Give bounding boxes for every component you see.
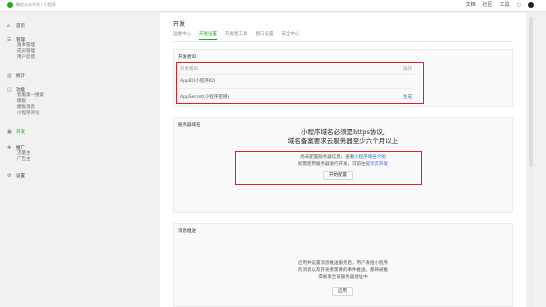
msg-desc-2: 的消息以及开发者需要的事件推送，都将被推 (298, 268, 388, 273)
tab-security[interactable]: 安全中心 (282, 31, 300, 40)
scrollbar-thumb[interactable] (529, 17, 533, 167)
appid-row: AppID(小程序ID) (180, 78, 412, 84)
top-link-docs[interactable]: 文档 (466, 1, 476, 8)
tab-dev-settings[interactable]: 开发设置 (199, 31, 217, 40)
annotation-line-1: 小程序域名必须是https协议, (301, 128, 385, 136)
sidebar-group-promo: ✚ 推广 流量主 广告主 (7, 145, 31, 163)
stats-icon: ▥ (7, 73, 12, 79)
sidebar-item-stats[interactable]: ▥ 统计 (7, 73, 25, 79)
sidebar-item-settings[interactable]: ⚙ 设置 (7, 173, 25, 179)
msg-desc-1: 启用并设置消息推送服务后，用户发给小程序 (298, 261, 388, 266)
msg-desc-3: 得被发至该服务器地址中 (318, 275, 368, 280)
sidebar-item-label: 首页 (16, 24, 25, 29)
promo-icon: ✚ (7, 145, 12, 151)
brand[interactable]: 微信公众平台 | 小程序 (7, 2, 56, 8)
server-desc-1: 尚未配置服务器信息，查看小程序域名介绍 (174, 155, 512, 161)
tab-ops[interactable]: 运维中心 (173, 31, 191, 40)
main-panel: 开发 运维中心 开发设置 开发者工具 接口设置 安全中心 开发者ID 开发者ID… (160, 13, 526, 307)
message-push-card: 消息推送 启用并设置消息推送服务后，用户发给小程序 的消息以及开发者需要的事件推… (173, 223, 513, 307)
manage-icon: ☰ (7, 37, 12, 43)
avatar[interactable] (528, 1, 534, 8)
tab-dev-tools[interactable]: 开发者工具 (225, 31, 248, 40)
page-title: 开发 (173, 21, 186, 28)
secret-row: AppSecret(小程序密钥) 生成 (180, 94, 412, 100)
desc-text: 如需使用服务器进行开发，可前往 (298, 162, 366, 167)
scrollbar[interactable] (529, 13, 533, 307)
top-nav: 文档 社区 工具 ○ (466, 1, 534, 8)
domain-intro-link[interactable]: 小程序域名介绍 (354, 155, 386, 160)
secret-label: AppSecret(小程序密钥) (180, 95, 230, 100)
annotation-line-2: 域名备案要求云服务器至少六个月以上 (287, 137, 399, 145)
server-domain-card: 服务器域名 小程序域名必须是https协议, 域名备案要求云服务器至少六个月以上… (173, 117, 513, 213)
sidebar-item-advertiser[interactable]: 广告主 (7, 157, 31, 163)
top-bar: 微信公众平台 | 小程序 文档 社区 工具 ○ (0, 0, 546, 12)
tab-bar: 运维中心 开发设置 开发者工具 接口设置 安全中心 (173, 31, 300, 40)
generate-secret-link[interactable]: 生成 (403, 94, 412, 100)
server-desc-2: 如需使用服务器进行开发，可前往提示云开发 (174, 162, 512, 168)
sidebar-item-dev[interactable]: ▣ 开发 (7, 129, 25, 135)
dev-id-header: 开发者ID 操作 (180, 66, 412, 72)
header-action: 操作 (403, 67, 412, 72)
dev-id-card: 开发者ID 开发者ID 操作 AppID(小程序ID) AppSecret(小程… (173, 49, 513, 107)
cloud-dev-link[interactable]: 提示云开发 (366, 162, 389, 167)
gear-icon: ⚙ (7, 173, 12, 179)
sidebar-item-label: 开发 (16, 130, 25, 135)
sidebar-group-features: ◫ 功能 客服第一搜索 模板 模板消息 小程序评论 (7, 87, 44, 117)
brand-text: 微信公众平台 | 小程序 (16, 2, 56, 7)
tab-api-settings[interactable]: 接口设置 (256, 31, 274, 40)
row-divider (178, 74, 414, 75)
card-title: 开发者ID (178, 55, 197, 60)
sidebar-item-label: 统计 (16, 74, 25, 79)
sidebar-item-feedback[interactable]: 用户反馈 (7, 55, 35, 61)
appid-label: AppID(小程序ID) (180, 79, 216, 84)
card-title: 消息推送 (178, 229, 196, 234)
dev-icon: ▣ (7, 129, 12, 135)
wechat-logo-icon (7, 2, 13, 8)
top-link-tools[interactable]: 工具 (500, 1, 510, 8)
row-divider (178, 88, 414, 89)
enable-button[interactable]: 启用 (332, 287, 353, 296)
sidebar: ⌂ 首页 ☰ 管理 版本管理 成员管理 用户反馈 ▥ 统计 ◫ 功能 客服第一搜索 模板… (0, 13, 160, 307)
home-icon: ⌂ (7, 23, 11, 29)
notification-icon[interactable]: ○ (517, 2, 521, 8)
sidebar-group-manage: ☰ 管理 版本管理 成员管理 用户反馈 (7, 37, 35, 61)
start-config-button[interactable]: 开始配置 (323, 171, 353, 180)
header-label: 开发者ID (180, 67, 199, 72)
features-icon: ◫ (7, 87, 12, 93)
top-link-community[interactable]: 社区 (483, 1, 493, 8)
desc-text: 尚未配置服务器信息，查看 (300, 155, 355, 160)
sidebar-item-comments[interactable]: 小程序评论 (7, 111, 44, 117)
sidebar-item-label: 设置 (16, 174, 25, 179)
sidebar-item-home[interactable]: ⌂ 首页 (7, 23, 25, 29)
tab-divider (173, 41, 513, 42)
